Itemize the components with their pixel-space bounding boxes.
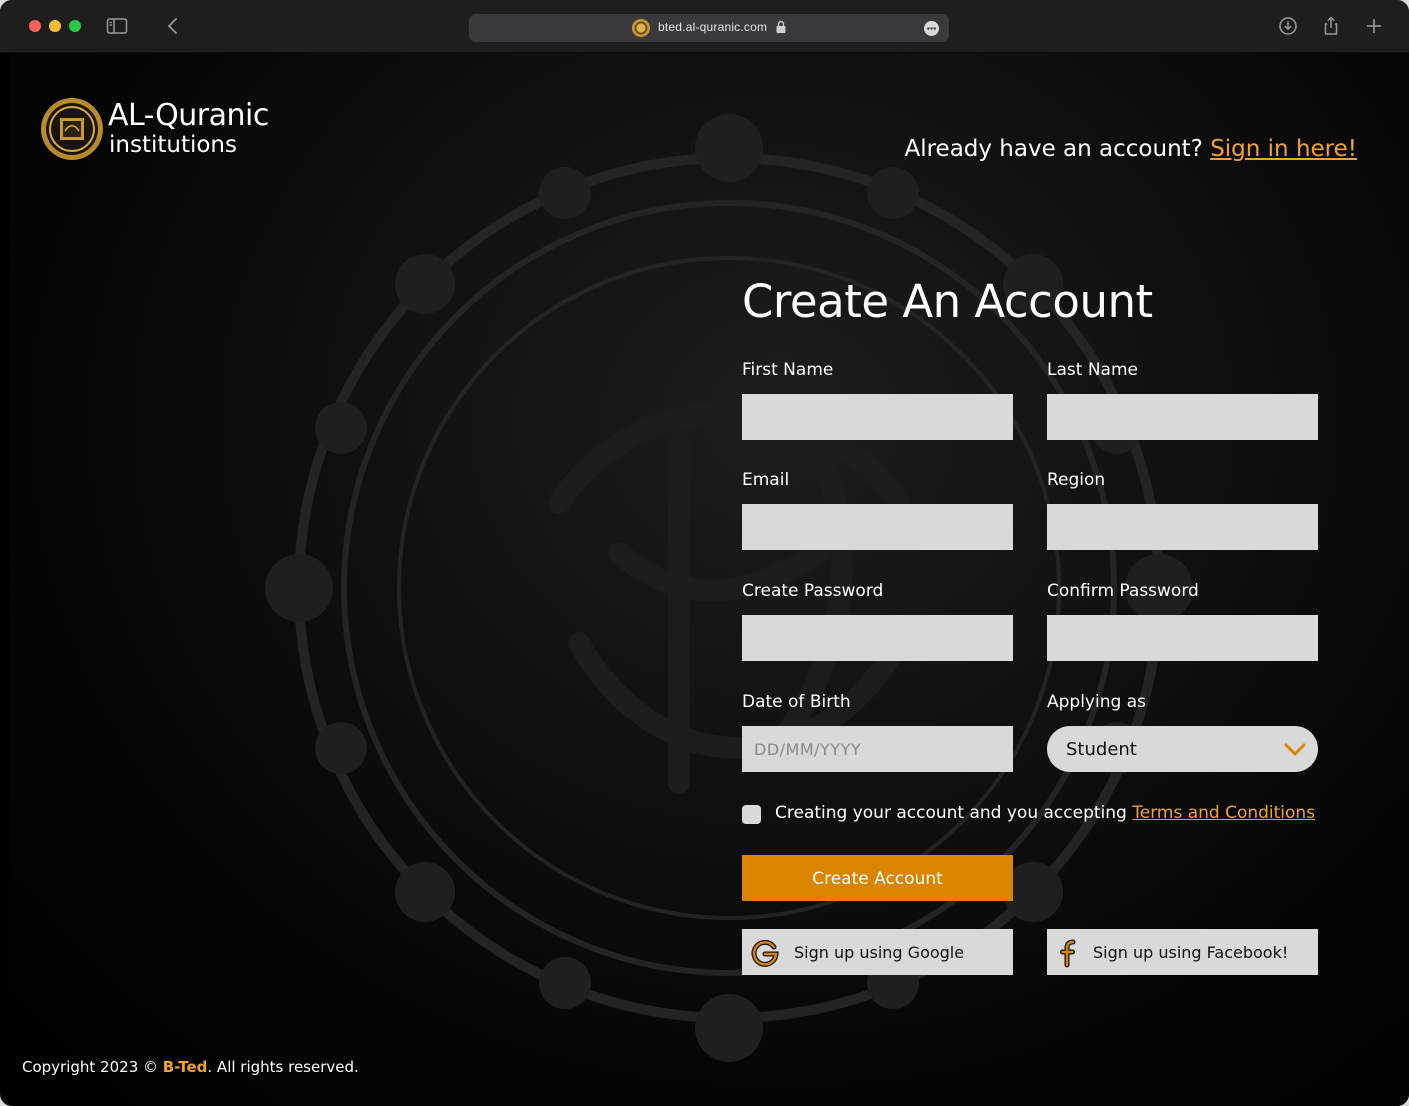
copyright-suffix: . All rights reserved.: [207, 1058, 359, 1076]
first-name-label: First Name: [742, 360, 834, 380]
chevron-down-icon: [1284, 743, 1306, 756]
logo-title: AL-Quranic: [108, 98, 269, 133]
dob-field[interactable]: [742, 726, 1013, 772]
region-label: Region: [1047, 470, 1106, 490]
email-label: Email: [742, 470, 790, 490]
copyright-footer: Copyright 2023 © B-Ted. All rights reser…: [22, 1058, 359, 1076]
chevron-left-icon[interactable]: [161, 14, 185, 38]
minimize-window-button[interactable]: [49, 20, 61, 32]
browser-toolbar: bted.al-quranic.com: [0, 0, 1409, 53]
sidebar-icon[interactable]: [105, 14, 129, 38]
signin-prompt-text: Already have an account?: [904, 136, 1211, 162]
last-name-field[interactable]: [1047, 394, 1318, 440]
terms-link[interactable]: Terms and Conditions: [1132, 803, 1315, 823]
lock-icon: [776, 20, 786, 33]
dob-label: Date of Birth: [742, 692, 851, 712]
share-icon[interactable]: [1319, 14, 1343, 38]
facebook-signup-button[interactable]: Sign up using Facebook!: [1047, 929, 1318, 975]
facebook-icon: [1060, 939, 1076, 968]
site-logo[interactable]: AL-Quranic institutions: [39, 96, 279, 166]
google-signup-button[interactable]: Sign up using Google: [742, 929, 1013, 975]
plus-icon[interactable]: [1362, 14, 1386, 38]
applying-as-select[interactable]: Student: [1047, 726, 1318, 772]
close-window-button[interactable]: [29, 20, 41, 32]
address-url: bted.al-quranic.com: [658, 20, 768, 34]
zoom-window-button[interactable]: [69, 20, 81, 32]
facebook-signup-label: Sign up using Facebook!: [1093, 943, 1289, 962]
signin-prompt: Already have an account? Sign in here!: [904, 136, 1357, 162]
region-field[interactable]: [1047, 504, 1318, 550]
address-bar[interactable]: bted.al-quranic.com: [469, 14, 949, 42]
google-signup-label: Sign up using Google: [794, 943, 965, 962]
signin-link[interactable]: Sign in here!: [1210, 136, 1357, 162]
applying-as-label: Applying as: [1047, 692, 1146, 712]
ellipsis-icon[interactable]: [924, 21, 939, 36]
copyright-prefix: Copyright 2023 ©: [22, 1058, 163, 1076]
copyright-brand[interactable]: B-Ted: [163, 1058, 208, 1076]
terms-prefix: Creating your account and you accepting: [775, 803, 1133, 823]
logo-emblem-icon: [41, 98, 103, 160]
email-field[interactable]: [742, 504, 1013, 550]
google-icon: [751, 939, 779, 967]
terms-checkbox[interactable]: [742, 805, 761, 824]
first-name-field[interactable]: [742, 394, 1013, 440]
terms-text: Creating your account and you accepting …: [775, 803, 1315, 823]
create-password-field[interactable]: [742, 615, 1013, 661]
form-title: Create An Account: [742, 275, 1153, 328]
browser-window: bted.al-quranic.com AL-Quranic instituti…: [0, 0, 1409, 1106]
create-account-button[interactable]: Create Account: [742, 855, 1013, 901]
download-icon[interactable]: [1276, 14, 1300, 38]
create-password-label: Create Password: [742, 581, 884, 601]
confirm-password-label: Confirm Password: [1047, 581, 1199, 601]
logo-subtitle: institutions: [109, 132, 237, 158]
site-favicon-icon: [632, 19, 650, 37]
signup-page: AL-Quranic institutions Already have an …: [9, 53, 1409, 1106]
applying-as-value: Student: [1066, 739, 1137, 760]
confirm-password-field[interactable]: [1047, 615, 1318, 661]
last-name-label: Last Name: [1047, 360, 1138, 380]
